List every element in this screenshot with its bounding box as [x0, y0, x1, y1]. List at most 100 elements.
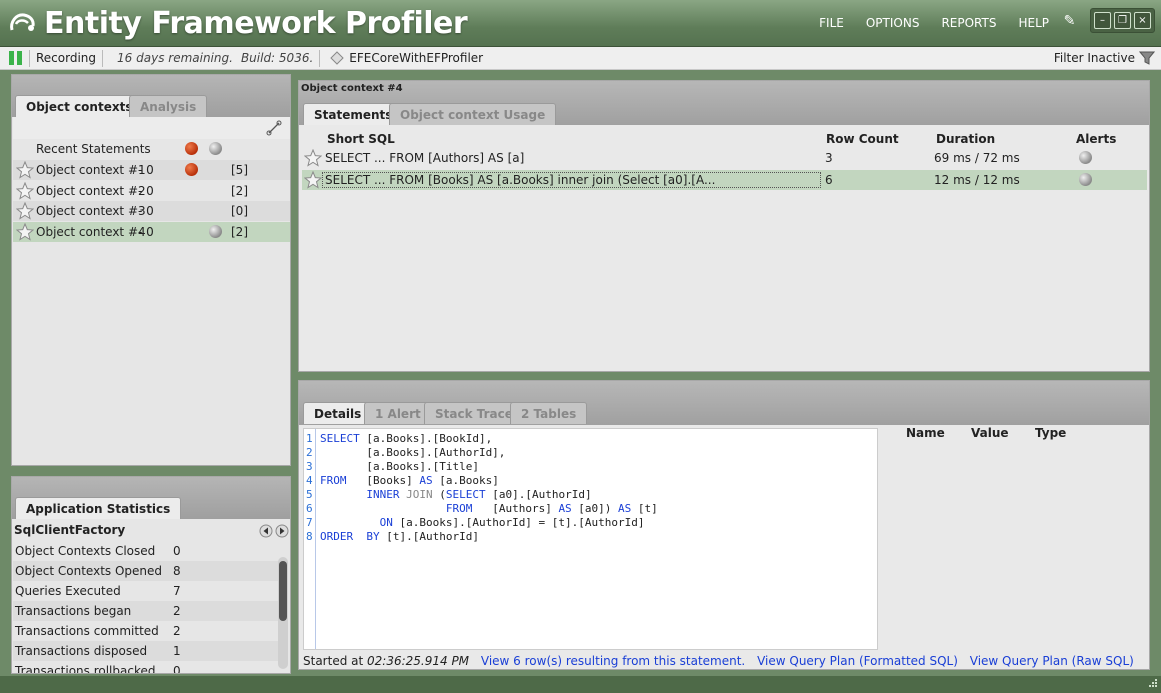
sql-keyword: ON [379, 516, 393, 529]
column-header-short-sql[interactable]: Short SQL [327, 132, 395, 146]
sql-text: [t] [631, 502, 658, 515]
stat-name: Transactions committed [15, 624, 159, 638]
table-row[interactable]: SELECT ... FROM [Authors] AS [a] 3 69 ms… [302, 148, 1147, 168]
sql-code-view[interactable]: 1 2 3 4 5 6 7 8 SELECT [a.Books].[BookId… [303, 428, 878, 650]
column-header-row-count[interactable]: Row Count [826, 132, 899, 146]
view-rows-link[interactable]: View 6 row(s) resulting from this statem… [481, 654, 745, 668]
project-name[interactable]: EFECoreWithEFProfiler [349, 51, 483, 65]
param-header-type[interactable]: Type [1035, 426, 1066, 440]
tab-application-statistics[interactable]: Application Statistics [15, 497, 182, 519]
view-query-plan-raw-link[interactable]: View Query Plan (Raw SQL) [970, 654, 1134, 668]
line-number: 6 [306, 502, 313, 515]
code-line: ORDER BY [t].[AuthorId] [320, 530, 479, 543]
stat-value: 8 [173, 564, 181, 578]
tab-object-contexts[interactable]: Object contexts [15, 95, 144, 117]
param-header-value[interactable]: Value [971, 426, 1009, 440]
stat-name: Transactions disposed [15, 644, 148, 658]
table-row: Object Contexts Closed 0 [13, 541, 285, 561]
menu-options[interactable]: OPTIONS [866, 16, 920, 30]
stat-value: 0 [173, 544, 181, 558]
star-icon[interactable] [304, 149, 322, 167]
context-title: Object context #4 [301, 83, 403, 94]
star-icon[interactable] [16, 161, 34, 179]
sql-keyword: AS [419, 474, 433, 487]
tab-alert[interactable]: 1 Alert [364, 402, 432, 424]
context-statement-count: [0] [231, 204, 248, 218]
context-label: Object context #1 [36, 163, 146, 177]
stat-value: 7 [173, 584, 181, 598]
line-number: 7 [306, 516, 313, 529]
statements-panel: Object context #4 Statements Object cont… [298, 80, 1150, 372]
code-line: FROM [Authors] AS [a0]) AS [t] [320, 502, 658, 515]
next-arrow-icon[interactable] [275, 524, 289, 538]
star-icon[interactable] [16, 202, 34, 220]
sql-keyword: BY [366, 530, 380, 543]
list-item-selected[interactable]: Object context #4 - 0 [2] [13, 222, 290, 242]
sql-text: [t].[AuthorId] [379, 530, 479, 543]
tab-tables[interactable]: 2 Tables [510, 402, 588, 424]
divider [29, 49, 30, 67]
list-item[interactable]: Object context #1 - 0 [5] [13, 160, 290, 180]
menu-reports[interactable]: REPORTS [941, 16, 996, 30]
recent-statements-label: Recent Statements [36, 142, 151, 156]
filter-toggle[interactable]: Filter Inactive [1054, 50, 1155, 66]
app-logo-icon [10, 13, 35, 31]
prev-arrow-icon[interactable] [259, 524, 273, 538]
row-count-cell: 6 [825, 173, 833, 187]
view-query-plan-formatted-link[interactable]: View Query Plan (Formatted SQL) [757, 654, 958, 668]
context-label: Object context #2 [36, 184, 146, 198]
menu-help[interactable]: HELP [1018, 16, 1049, 30]
tab-stack-trace[interactable]: Stack Trace [424, 402, 524, 424]
context-statement-count: [2] [231, 184, 248, 198]
star-icon[interactable] [16, 182, 34, 200]
resize-grip-icon[interactable] [1146, 678, 1158, 690]
window-controls: – ❐ × [1090, 8, 1155, 33]
link-icon[interactable] [266, 120, 282, 136]
close-icon[interactable]: × [1134, 12, 1151, 29]
started-time: 02:36:25.914 PM [367, 654, 470, 668]
stat-name: Transactions began [15, 604, 132, 618]
line-number: 1 [306, 432, 313, 445]
line-number: 4 [306, 474, 313, 487]
tab-object-context-usage[interactable]: Object context Usage [389, 103, 557, 125]
list-item[interactable]: Object context #2 - 0 [2] [13, 181, 290, 201]
stat-name: Transactions rollbacked [15, 664, 156, 673]
recent-statements-row[interactable]: Recent Statements [13, 139, 290, 159]
edit-icon[interactable]: ✎ [1061, 12, 1078, 29]
short-sql-cell: SELECT ... FROM [Books] AS [a.Books] inn… [322, 172, 821, 188]
stat-name: Object Contexts Opened [15, 564, 163, 578]
tab-details[interactable]: Details [303, 402, 373, 424]
sql-keyword: SELECT [445, 488, 486, 501]
star-icon[interactable] [16, 223, 34, 241]
sql-text: [a.Books].[AuthorId] = [t].[AuthorId] [392, 516, 645, 529]
scrollbar-thumb[interactable] [279, 561, 287, 621]
column-header-duration[interactable]: Duration [936, 132, 995, 146]
status-bar: Recording 16 days remaining. Build: 5036… [0, 47, 1161, 70]
stat-value: 0 [173, 664, 181, 673]
param-header-name[interactable]: Name [906, 426, 945, 440]
maximize-icon[interactable]: ❐ [1114, 12, 1131, 29]
stats-scrollbar[interactable] [278, 557, 288, 669]
sql-text: ( [432, 488, 446, 501]
duration-cell: 69 ms / 72 ms [934, 151, 1020, 165]
code-line: [a.Books].[Title] [320, 460, 479, 473]
column-header-alerts[interactable]: Alerts [1076, 132, 1116, 146]
table-row: Transactions disposed 1 [13, 641, 285, 661]
minimize-icon[interactable]: – [1094, 12, 1111, 29]
star-icon[interactable] [304, 171, 322, 189]
started-label: Started at [303, 654, 364, 668]
sql-text: [a0].[AuthorId] [485, 488, 592, 501]
pause-icon[interactable] [9, 51, 23, 65]
project-icon [330, 51, 344, 65]
sql-keyword: AS [618, 502, 632, 515]
menu-file[interactable]: FILE [819, 16, 844, 30]
row-count-cell: 3 [825, 151, 833, 165]
table-row: Queries Executed 7 [13, 581, 285, 601]
tab-analysis[interactable]: Analysis [129, 95, 208, 117]
divider [319, 49, 321, 67]
code-line: SELECT [a.Books].[BookId], [320, 432, 492, 445]
table-row-selected[interactable]: SELECT ... FROM [Books] AS [a.Books] inn… [302, 170, 1147, 190]
list-item[interactable]: Object context #3 - 0 [0] [13, 201, 290, 221]
